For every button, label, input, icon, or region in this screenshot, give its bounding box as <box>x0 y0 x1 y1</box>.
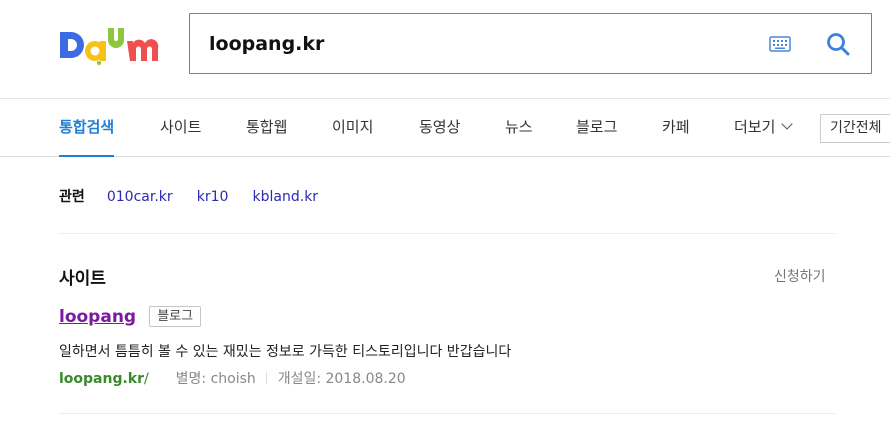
divider <box>59 413 835 414</box>
result-meta: loopang.kr/ 별명: choish 개설일: 2018.08.20 <box>59 368 406 388</box>
related-label: 관련 <box>59 189 85 205</box>
search-tabs: 통합검색 사이트 통합웹 이미지 동영상 뉴스 블로그 카페 더보기 기간전체 <box>0 99 890 157</box>
period-select[interactable]: 기간전체 <box>820 114 890 143</box>
related-link[interactable]: 010car.kr <box>107 189 173 205</box>
tab-site[interactable]: 사이트 <box>160 99 201 157</box>
blog-badge: 블로그 <box>149 306 202 327</box>
tab-image[interactable]: 이미지 <box>332 99 373 157</box>
result-title-row: loopang 블로그 <box>59 306 202 329</box>
related-link[interactable]: kbland.kr <box>253 189 319 205</box>
meta-separator <box>266 372 268 384</box>
apply-link[interactable]: 신청하기 <box>774 266 826 286</box>
result-url-link[interactable]: loopang.kr <box>59 371 144 387</box>
tab-blog[interactable]: 블로그 <box>576 99 617 157</box>
tab-news[interactable]: 뉴스 <box>505 99 533 157</box>
search-icon[interactable] <box>826 32 850 56</box>
tab-all[interactable]: 통합검색 <box>59 99 115 157</box>
tab-video[interactable]: 동영상 <box>419 99 460 157</box>
result-title-link[interactable]: loopang <box>59 307 136 327</box>
tab-web[interactable]: 통합웹 <box>246 99 287 157</box>
related-link[interactable]: kr10 <box>197 189 229 205</box>
tab-more[interactable]: 더보기 <box>734 99 794 157</box>
site-section-title: 사이트 <box>59 269 106 289</box>
result-alias: 별명: choish <box>175 371 256 387</box>
result-url-suffix: / <box>144 371 149 387</box>
tab-more-label: 더보기 <box>734 118 776 136</box>
result-description: 일하면서 틈틈히 볼 수 있는 재밌는 정보로 가득한 티스토리입니다 반갑습니… <box>59 344 512 360</box>
chevron-down-icon <box>781 118 794 130</box>
tab-cafe[interactable]: 카페 <box>662 99 690 157</box>
result-opened-date: 개설일: 2018.08.20 <box>277 371 406 387</box>
divider <box>59 233 835 234</box>
keyboard-icon[interactable] <box>769 36 791 52</box>
daum-logo[interactable] <box>58 24 166 66</box>
related-searches: 관련 010car.kr kr10 kbland.kr <box>59 186 337 208</box>
header <box>0 0 890 99</box>
search-box <box>189 13 872 74</box>
search-input[interactable] <box>209 28 729 60</box>
